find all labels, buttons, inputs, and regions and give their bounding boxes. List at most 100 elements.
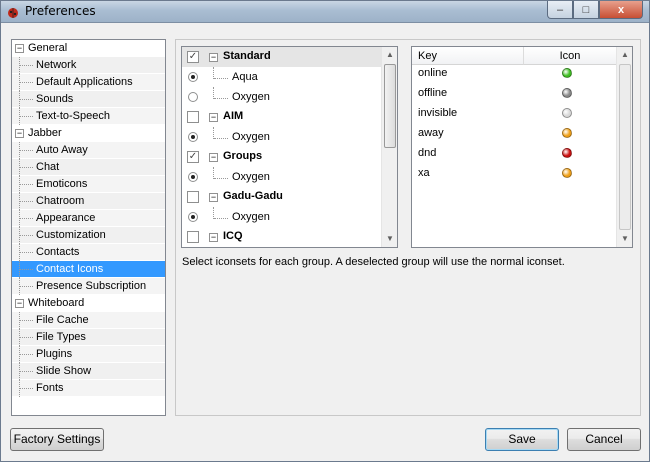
tree-connector xyxy=(214,178,228,179)
tree-item-fonts[interactable]: Fonts xyxy=(12,380,165,397)
tree-item-label: Sounds xyxy=(36,93,74,105)
icon-row-online[interactable]: online xyxy=(412,63,617,83)
icon-row-away[interactable]: away xyxy=(412,123,617,143)
group-checkbox[interactable]: ✓ xyxy=(187,51,199,63)
iconset-row[interactable]: Oxygen xyxy=(182,87,382,107)
factory-settings-button[interactable]: Factory Settings xyxy=(10,428,104,451)
collapse-icon[interactable]: − xyxy=(209,53,218,62)
group-list-scrollbar[interactable]: ▲ ▼ xyxy=(381,47,397,247)
group-checkbox[interactable] xyxy=(187,111,199,123)
minimize-button[interactable]: – xyxy=(547,1,573,19)
status-key: away xyxy=(418,127,444,139)
title-bar[interactable]: Preferences – □ x xyxy=(1,1,649,23)
collapse-icon[interactable]: − xyxy=(15,129,24,138)
tree-item-network[interactable]: Network xyxy=(12,57,165,74)
tree-item-plugins[interactable]: Plugins xyxy=(12,346,165,363)
preferences-window: Preferences – □ x − General Network Default… xyxy=(0,0,650,462)
scroll-up-icon[interactable]: ▲ xyxy=(382,47,397,63)
iconset-name: Oxygen xyxy=(232,211,270,223)
iconset-row[interactable]: Oxygen xyxy=(182,127,382,147)
preferences-tree[interactable]: − General Network Default Applications Sound… xyxy=(11,39,166,416)
scroll-thumb[interactable] xyxy=(384,64,396,148)
tree-item-general[interactable]: − General xyxy=(12,40,165,57)
tree-item-file-cache[interactable]: File Cache xyxy=(12,312,165,329)
tree-item-label: Plugins xyxy=(36,348,73,360)
scroll-thumb[interactable] xyxy=(619,64,631,230)
tree-connector xyxy=(20,201,33,202)
icon-row-invisible[interactable]: invisible xyxy=(412,103,617,123)
collapse-icon[interactable]: − xyxy=(209,153,218,162)
tree-item-text-to-speech[interactable]: Text-to-Speech xyxy=(12,108,165,125)
iconset-radio[interactable] xyxy=(188,92,198,102)
tree-connector xyxy=(20,320,33,321)
tree-item-customization[interactable]: Customization xyxy=(12,227,165,244)
scroll-down-icon[interactable]: ▼ xyxy=(382,231,397,247)
collapse-icon[interactable]: − xyxy=(209,233,218,242)
tree-item-default-applications[interactable]: Default Applications xyxy=(12,74,165,91)
group-row[interactable]: ✓ − Groups xyxy=(182,147,382,167)
group-checkbox[interactable] xyxy=(187,191,199,203)
tree-item-emoticons[interactable]: Emoticons xyxy=(12,176,165,193)
tree-item-sounds[interactable]: Sounds xyxy=(12,91,165,108)
tree-item-chat[interactable]: Chat xyxy=(12,159,165,176)
tree-item-contact-icons[interactable]: Contact Icons xyxy=(12,261,165,278)
tree-item-contacts[interactable]: Contacts xyxy=(12,244,165,261)
iconset-radio[interactable] xyxy=(188,172,198,182)
tree-item-label: Chat xyxy=(36,161,60,173)
tree-connector xyxy=(214,138,228,139)
iconset-name: Oxygen xyxy=(232,171,270,183)
tree-item-whiteboard[interactable]: − Whiteboard xyxy=(12,295,165,312)
iconset-radio[interactable] xyxy=(188,212,198,222)
tree-item-label: Contact Icons xyxy=(36,263,104,275)
tree-item-label: Slide Show xyxy=(36,365,92,377)
group-row[interactable]: − AIM xyxy=(182,107,382,127)
iconset-row[interactable]: Aqua xyxy=(182,67,382,87)
save-button[interactable]: Save xyxy=(485,428,559,451)
group-row[interactable]: − ICQ xyxy=(182,227,382,247)
icon-row-xa[interactable]: xa xyxy=(412,163,617,183)
group-checkbox[interactable] xyxy=(187,231,199,243)
group-checkbox[interactable]: ✓ xyxy=(187,151,199,163)
tree-item-presence-subscription[interactable]: Presence Subscription xyxy=(12,278,165,295)
group-row[interactable]: − Gadu-Gadu xyxy=(182,187,382,207)
icon-row-offline[interactable]: offline xyxy=(412,83,617,103)
status-away-icon xyxy=(562,128,572,138)
tree-item-label: Text-to-Speech xyxy=(36,110,110,122)
collapse-icon[interactable]: − xyxy=(209,113,218,122)
tree-item-slide-show[interactable]: Slide Show xyxy=(12,363,165,380)
status-key: online xyxy=(418,67,448,79)
status-key: xa xyxy=(418,167,430,179)
collapse-icon[interactable]: − xyxy=(15,299,24,308)
tree-item-label: Presence Subscription xyxy=(36,280,147,292)
tree-connector xyxy=(20,388,33,389)
tree-connector xyxy=(20,252,33,253)
tree-item-jabber[interactable]: − Jabber xyxy=(12,125,165,142)
iconset-radio[interactable] xyxy=(188,72,198,82)
tree-item-chatroom[interactable]: Chatroom xyxy=(12,193,165,210)
scroll-up-icon[interactable]: ▲ xyxy=(617,47,632,63)
iconset-row[interactable]: Oxygen xyxy=(182,167,382,187)
tree-connector xyxy=(20,99,33,100)
close-button[interactable]: x xyxy=(599,1,643,19)
tree-item-file-types[interactable]: File Types xyxy=(12,329,165,346)
maximize-button[interactable]: □ xyxy=(573,1,599,19)
iconset-name: Oxygen xyxy=(232,91,270,103)
scroll-down-icon[interactable]: ▼ xyxy=(617,231,632,247)
collapse-icon[interactable]: − xyxy=(209,193,218,202)
tree-item-appearance[interactable]: Appearance xyxy=(12,210,165,227)
group-iconset-list[interactable]: ✓ − Standard Aqua Oxygen − AIM Oxygen ✓ − Groups Ox… xyxy=(181,46,398,248)
group-row[interactable]: ✓ − Standard xyxy=(182,47,382,67)
tree-item-label: Jabber xyxy=(28,127,62,139)
tree-connector xyxy=(214,78,228,79)
icon-table-scrollbar[interactable]: ▲ ▼ xyxy=(616,47,632,247)
tree-item-auto-away[interactable]: Auto Away xyxy=(12,142,165,159)
cancel-button[interactable]: Cancel xyxy=(567,428,641,451)
tree-connector xyxy=(20,184,33,185)
collapse-icon[interactable]: − xyxy=(15,44,24,53)
iconset-row[interactable]: Oxygen xyxy=(182,207,382,227)
status-offline-icon xyxy=(562,88,572,98)
icon-row-dnd[interactable]: dnd xyxy=(412,143,617,163)
iconset-radio[interactable] xyxy=(188,132,198,142)
status-key: invisible xyxy=(418,107,458,119)
tree-item-label: Appearance xyxy=(36,212,96,224)
